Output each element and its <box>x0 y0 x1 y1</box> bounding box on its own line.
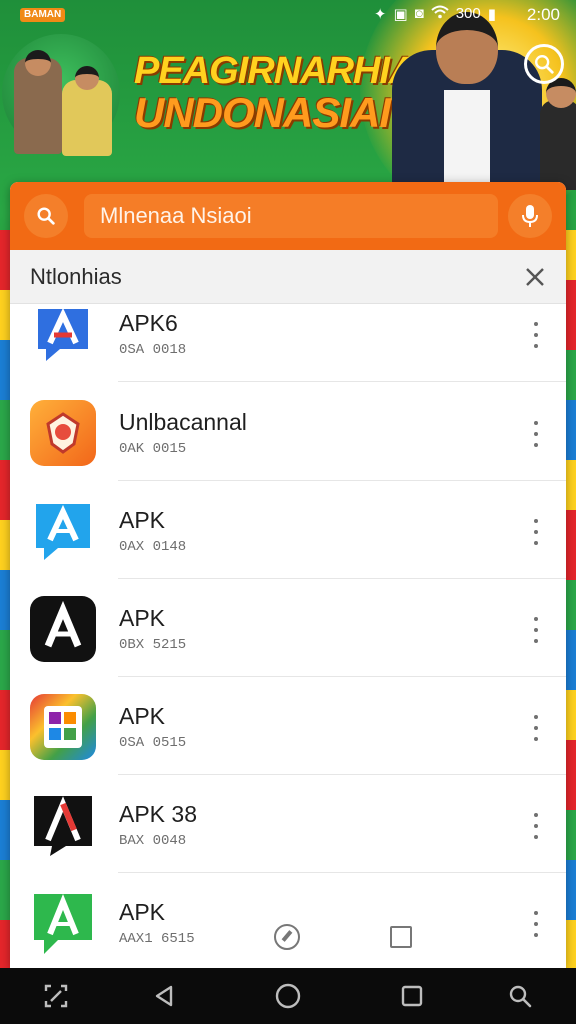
banner-person-2 <box>62 66 112 156</box>
banner-title: PEAGIRNARHIA UNDONASIAI <box>134 50 416 136</box>
app-picker-dialog: Mlnenaa Nsiaoi Ntlonhias APK6 0SA 0018 U… <box>10 182 566 968</box>
status-icons: ✦ ▣ ◙ 300 ▮ <box>374 5 496 23</box>
nfc-icon: ◙ <box>414 5 424 22</box>
sim-icon: ▣ <box>393 6 408 23</box>
compass-icon[interactable] <box>274 924 300 950</box>
list-item[interactable]: APK 38 BAX 0048 <box>10 775 566 873</box>
home-icon <box>275 983 301 1009</box>
app-name: APK 38 <box>119 801 197 827</box>
list-item[interactable]: Unlbacannal 0AK 0015 <box>10 383 566 481</box>
dialog-title: Ntlonhias <box>30 264 122 289</box>
list-item[interactable]: APK 0AX 0148 <box>10 481 566 579</box>
search-icon <box>37 207 55 225</box>
search-icon <box>509 985 532 1008</box>
a-green-speech-icon <box>30 890 96 956</box>
a-blue-speech-icon <box>30 304 96 367</box>
status-bar: BAMAN ✦ ▣ ◙ 300 ▮ 2:00 <box>0 0 576 30</box>
app-name: APK6 <box>119 310 178 336</box>
colorful-gallery-icon <box>30 694 96 760</box>
app-name: APK <box>119 899 166 925</box>
more-options-icon[interactable] <box>526 519 546 545</box>
more-options-icon[interactable] <box>526 715 546 741</box>
app-list: APK6 0SA 0018 Unlbacannal 0AK 0015 APK 0… <box>10 304 566 968</box>
signal-text: 300 <box>455 5 481 22</box>
app-name: APK <box>119 605 166 631</box>
app-name: Unlbacannal <box>119 409 247 435</box>
banner-person-1 <box>14 50 62 154</box>
app-size: 0SA 0515 <box>119 735 187 751</box>
back-button[interactable] <box>150 982 178 1010</box>
banner-search-button[interactable] <box>524 44 564 84</box>
banner-person-4 <box>540 78 576 190</box>
back-icon <box>155 985 173 1007</box>
a-black-icon <box>30 596 96 662</box>
navigation-bar <box>0 968 576 1024</box>
a-red-black-icon <box>30 792 96 858</box>
more-options-icon[interactable] <box>526 813 546 839</box>
dialog-header: Ntlonhias <box>10 250 566 304</box>
app-size: 0AK 0015 <box>119 441 187 457</box>
wifi-icon <box>431 5 449 23</box>
list-item[interactable]: APK 0SA 0515 <box>10 677 566 775</box>
list-item[interactable]: APK6 0SA 0018 <box>10 304 566 382</box>
banner-title-line2: UNDONASIAI <box>134 89 391 136</box>
more-options-icon[interactable] <box>526 911 546 937</box>
search-input[interactable]: Mlnenaa Nsiaoi <box>84 194 498 238</box>
app-size: 0AX 0148 <box>119 539 187 555</box>
divider <box>118 381 566 382</box>
status-time: 2:00 <box>526 5 560 24</box>
recents-button[interactable] <box>398 982 426 1010</box>
screenshot-icon <box>44 984 68 1008</box>
voice-search-button[interactable] <box>508 194 552 238</box>
notification-icon: ✦ <box>373 6 387 23</box>
more-options-icon[interactable] <box>526 617 546 643</box>
more-options-icon[interactable] <box>526 421 546 447</box>
app-size: 0SA 0018 <box>119 342 187 358</box>
battery-icon: ▮ <box>487 6 496 23</box>
close-button[interactable] <box>520 262 550 292</box>
a-cyan-speech-icon <box>30 498 96 564</box>
search-bar: Mlnenaa Nsiaoi <box>10 182 566 250</box>
recents-icon <box>401 985 423 1007</box>
more-options-icon[interactable] <box>526 322 546 348</box>
app-size: 0BX 5215 <box>119 637 187 653</box>
square-icon[interactable] <box>390 926 412 948</box>
app-name: APK <box>119 507 166 533</box>
list-item[interactable]: APK 0BX 5215 <box>10 579 566 677</box>
app-name: APK <box>119 703 166 729</box>
app-size: AAX1 6515 <box>119 931 195 947</box>
close-icon <box>526 268 544 286</box>
search-icon <box>535 55 554 74</box>
orange-emblem-icon <box>30 400 96 466</box>
banner-title-line1: PEAGIRNARHIA <box>134 50 416 92</box>
app-size: BAX 0048 <box>119 833 187 849</box>
list-item[interactable]: APK AAX1 6515 <box>10 873 566 968</box>
home-button[interactable] <box>274 982 302 1010</box>
microphone-icon <box>522 205 538 227</box>
carrier-badge: BAMAN <box>20 8 66 22</box>
banner-person-main <box>392 12 542 190</box>
nav-search-button[interactable] <box>506 982 534 1010</box>
search-button[interactable] <box>24 194 68 238</box>
screenshot-button[interactable] <box>42 982 70 1010</box>
